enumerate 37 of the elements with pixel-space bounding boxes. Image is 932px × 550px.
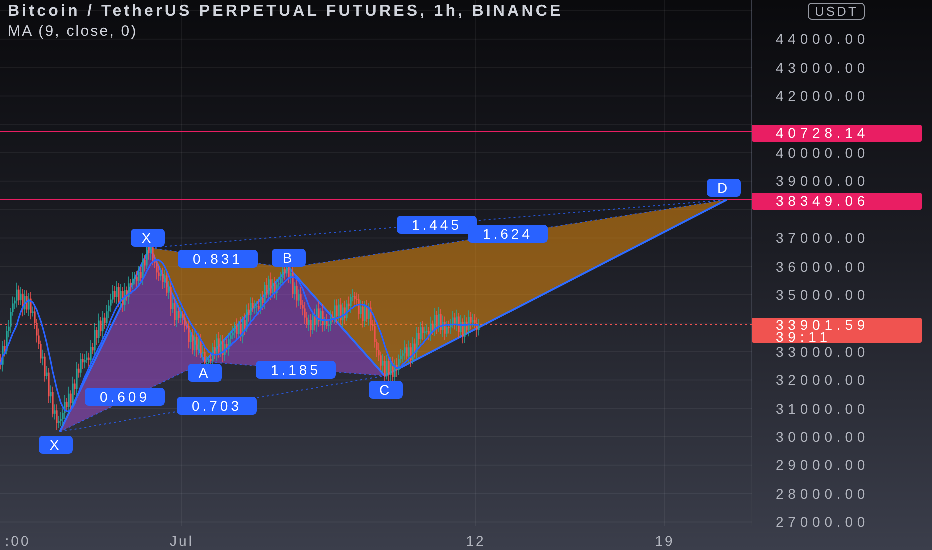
time-axis-label: 19 [655,533,675,549]
price-label: 40728.14 [752,125,922,142]
ratio-label: 0.703 [177,397,257,415]
price-axis-label: 39000.00 [776,173,870,190]
price-axis-label: 30000.00 [776,429,870,445]
ratio-label: 0.831 [178,250,258,268]
price-axis-label: 44000.00 [776,31,870,48]
time-axis-label: Jul [170,533,194,549]
indicator-legend[interactable]: MA (9, close, 0) [8,23,564,40]
price-axis-label: 28000.00 [776,486,870,502]
price-axis-label: 29000.00 [776,457,870,474]
time-axis-label: 12 [466,533,486,549]
price-axis-label: 33000.00 [776,344,870,360]
price-axis-label: 36000.00 [776,258,870,275]
price-axis-label: 37000.00 [776,230,870,246]
currency-button[interactable]: USDT [808,3,866,20]
ratio-label: 1.445 [397,216,477,234]
point-label: B [272,249,306,267]
ratio-label: 1.624 [468,225,548,243]
price-axis-label: 40000.00 [776,145,870,161]
point-label: X [39,436,73,454]
price-axis-label: 32000.00 [776,372,870,388]
price-axis-label: 42000.00 [776,88,870,104]
point-label: C [369,381,403,399]
ratio-label: 1.185 [256,361,336,379]
ratio-label: 0.609 [85,388,165,406]
point-label: D [707,179,741,197]
price-label: 38349.06 [752,193,922,210]
price-axis-label: 43000.00 [776,60,870,76]
price-axis-label: 31000.00 [776,400,870,417]
price-axis-label: 27000.00 [776,514,870,530]
chart-title: Bitcoin / TetherUS PERPETUAL FUTURES, 1h, BINANCE [8,3,564,21]
price-axis-label: 35000.00 [776,287,870,303]
point-label: A [188,364,222,382]
price-label: 33901.59 39:11 [752,318,922,343]
time-axis-label: :00 [5,533,31,549]
point-label: X [131,229,165,247]
